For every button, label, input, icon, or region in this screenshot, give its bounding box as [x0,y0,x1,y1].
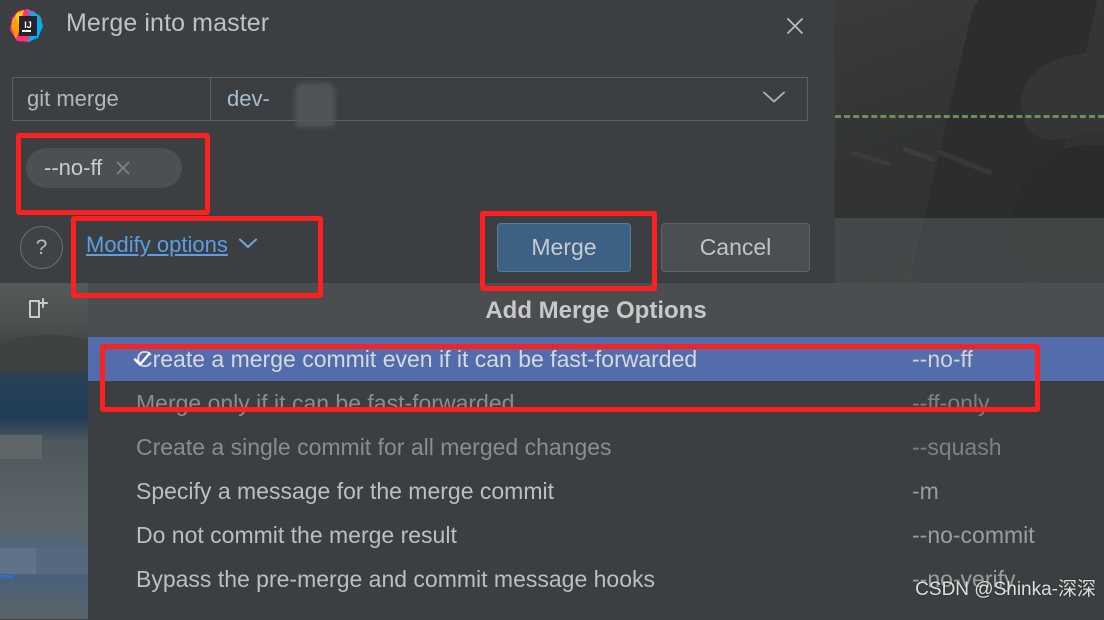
check-icon [132,349,152,369]
merge-button[interactable]: Merge [497,223,631,272]
menu-item-label: Do not commit the merge result [136,521,457,548]
cancel-button[interactable]: Cancel [661,223,810,272]
question-mark-icon: ? [35,235,48,259]
merge-options-menu: Create a merge commit even if it can be … [88,337,1104,601]
menu-item[interactable]: Specify a message for the merge commit -m [88,469,1104,513]
option-chip-no-ff[interactable]: --no-ff [26,148,182,188]
bg-shape [36,548,88,574]
new-tab-icon[interactable] [26,298,50,320]
cancel-button-label: Cancel [699,234,772,260]
merge-button-label: Merge [531,234,597,260]
menu-item-label: Create a merge commit even if it can be … [136,345,698,372]
menu-item-shortcut: --no-ff [912,345,973,372]
page-title: Merge into master [66,9,270,37]
option-chip-label: --no-ff [44,155,103,180]
menu-item-shortcut: -m [912,477,939,504]
git-command-prefix: git merge [12,77,211,121]
popup-header: Add Merge Options [88,284,1104,337]
redacted-branch-name [295,83,335,127]
help-button[interactable]: ? [20,226,63,269]
bg-shape [0,548,36,574]
chevron-down-icon [237,236,259,255]
menu-item[interactable]: Create a single commit for all merged ch… [88,425,1104,469]
left-background-image [0,283,88,619]
git-command-prefix-label: git merge [27,86,119,111]
merge-dialog: IJ Merge into master git merge dev- --no… [0,0,835,283]
menu-item-label: Bypass the pre-merge and commit message … [136,565,656,592]
bg-shape [0,575,14,578]
close-icon[interactable] [777,8,813,44]
watermark: CSDN @Shinka-深深 [915,579,1096,600]
chevron-down-icon[interactable] [761,89,787,110]
menu-item-shortcut: --no-commit [912,521,1035,548]
bg-shape [0,335,88,371]
close-icon[interactable] [112,157,134,179]
menu-item-label: Merge only if it can be fast-forwarded [136,389,515,416]
green-dashed-line [835,115,1104,118]
bg-shape [835,218,1104,283]
intellij-idea-icon: IJ [8,8,44,44]
dialog-title-bar: IJ Merge into master [0,0,835,55]
bg-shape [0,435,42,459]
branch-combobox[interactable]: dev- [211,77,808,127]
modify-options-label: Modify options [86,232,228,257]
menu-item[interactable]: Create a merge commit even if it can be … [88,337,1104,381]
svg-text:IJ: IJ [24,20,32,30]
branch-value: dev- [227,86,270,111]
menu-item-label: Specify a message for the merge commit [136,477,554,504]
menu-item-shortcut: --ff-only [912,389,990,416]
add-merge-options-popup: Add Merge Options Create a merge commit … [88,283,1104,620]
menu-item[interactable]: Merge only if it can be fast-forwarded --… [88,381,1104,425]
git-command-row: git merge dev- [12,77,808,127]
menu-item[interactable]: Do not commit the merge result --no-commi… [88,513,1104,557]
editor-background-image [835,0,1104,283]
bg-shape [840,146,1010,190]
modify-options-link[interactable]: Modify options [86,232,259,258]
menu-item-shortcut: --squash [912,433,1002,460]
menu-item-label: Create a single commit for all merged ch… [136,433,612,460]
